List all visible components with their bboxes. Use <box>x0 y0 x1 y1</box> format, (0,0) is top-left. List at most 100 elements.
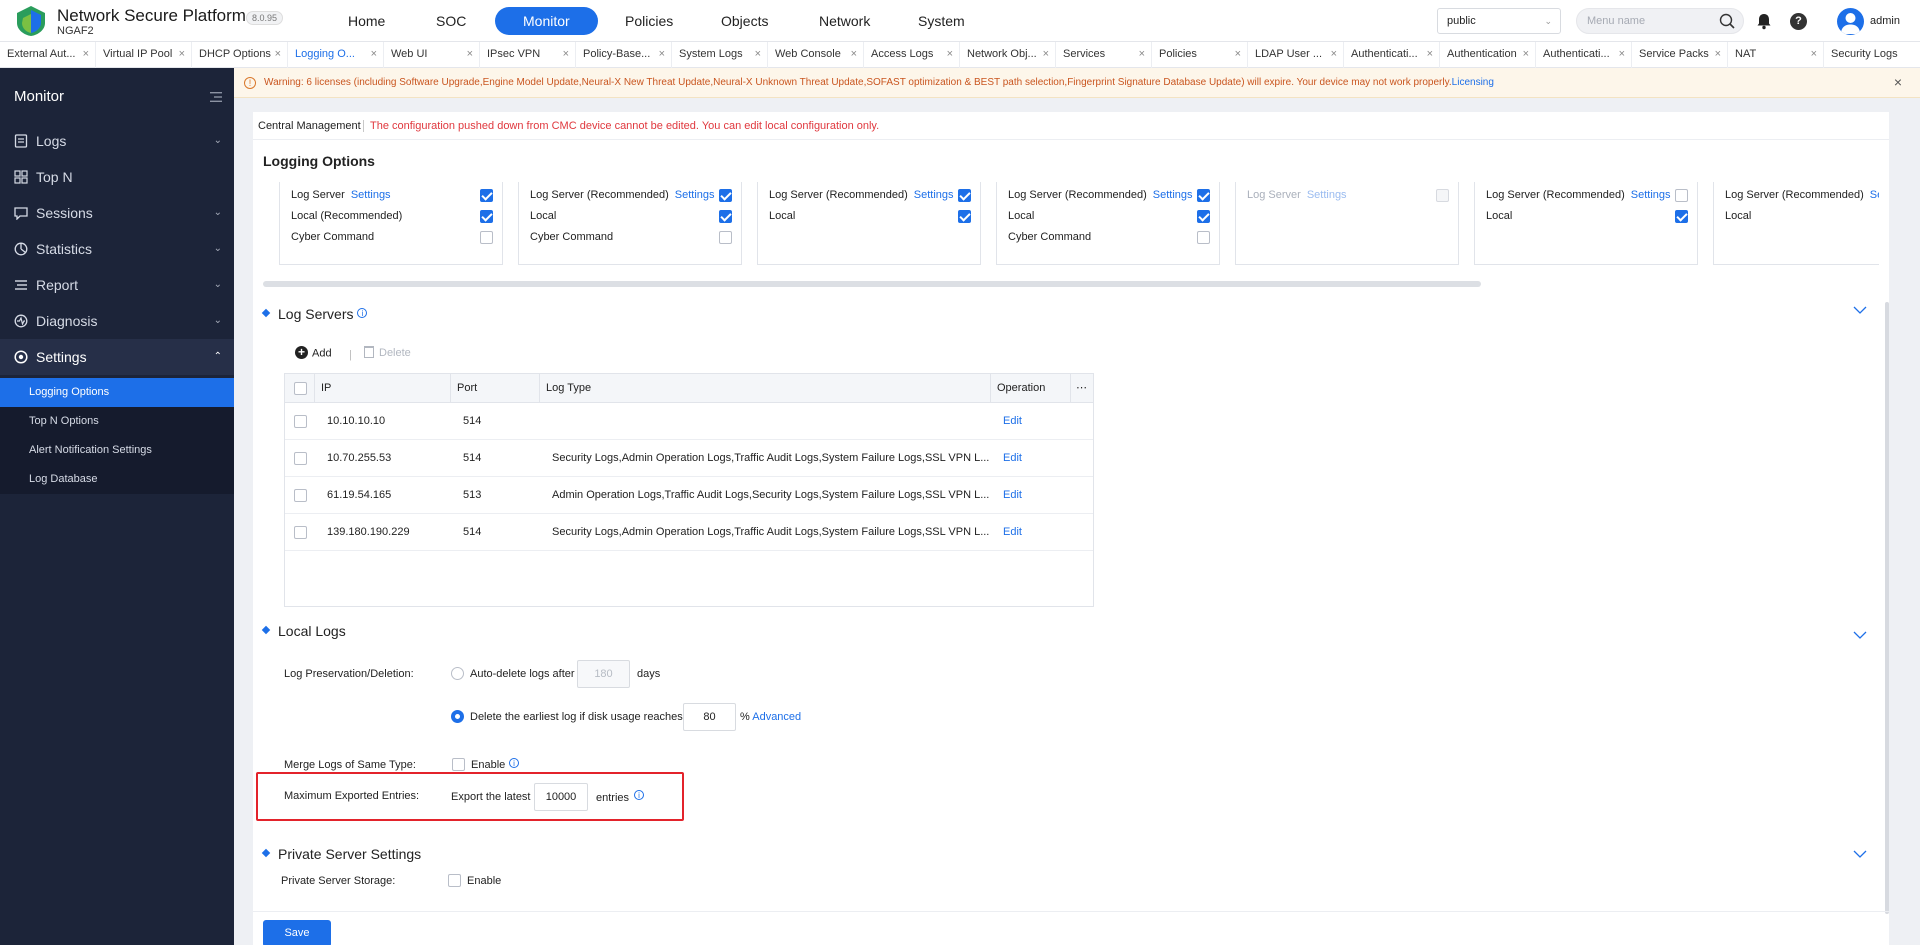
max-exported-input[interactable]: 10000 <box>534 783 588 811</box>
info-icon[interactable]: i <box>634 790 644 800</box>
tab-dhcp-options[interactable]: DHCP Options × <box>192 42 288 68</box>
edit-link[interactable]: Edit <box>997 440 1057 476</box>
nav-policies[interactable]: Policies <box>597 7 701 35</box>
settings-link[interactable]: Se <box>1870 189 1879 201</box>
info-icon[interactable]: i <box>509 758 519 768</box>
close-icon[interactable]: × <box>1331 42 1337 67</box>
private-server-checkbox[interactable] <box>448 874 461 887</box>
sidebar-item-report[interactable]: Report ⌄ <box>0 267 234 303</box>
nav-system[interactable]: System <box>890 7 993 35</box>
tab-services[interactable]: Services × <box>1056 42 1152 68</box>
disk-usage-input[interactable]: 80 <box>683 703 736 731</box>
close-icon[interactable]: × <box>371 42 377 67</box>
row-checkbox[interactable] <box>294 415 307 428</box>
tab-ipsec-vpn[interactable]: IPsec VPN × <box>480 42 576 68</box>
row-checkbox[interactable] <box>294 526 307 539</box>
local-checkbox[interactable] <box>1197 210 1210 223</box>
save-button[interactable]: Save <box>263 920 331 945</box>
local-checkbox[interactable] <box>719 210 732 223</box>
close-icon[interactable]: × <box>659 42 665 67</box>
close-icon[interactable]: × <box>179 42 185 67</box>
row-checkbox[interactable] <box>294 489 307 502</box>
chevron-down-icon[interactable] <box>1853 631 1867 640</box>
auto-delete-days-input[interactable]: 180 <box>577 660 630 688</box>
tab-network-objects[interactable]: Network Obj... × <box>960 42 1056 68</box>
settings-link[interactable]: Settings <box>1153 189 1193 201</box>
tab-authentication-2[interactable]: Authentication × <box>1440 42 1536 68</box>
scope-select[interactable]: public ⌄ <box>1437 8 1561 34</box>
avatar[interactable] <box>1837 8 1864 35</box>
close-icon[interactable]: × <box>1619 42 1625 67</box>
tab-web-ui[interactable]: Web UI × <box>384 42 480 68</box>
sidebar-item-diagnosis[interactable]: Diagnosis ⌄ <box>0 303 234 339</box>
chevron-down-icon[interactable] <box>1853 850 1867 859</box>
cyber-command-checkbox[interactable] <box>719 231 732 244</box>
nav-monitor[interactable]: Monitor <box>495 7 598 35</box>
nav-network[interactable]: Network <box>791 7 898 35</box>
close-icon[interactable]: × <box>1043 42 1049 67</box>
log-server-checkbox[interactable] <box>719 189 732 202</box>
close-icon[interactable]: × <box>1715 42 1721 67</box>
local-checkbox[interactable] <box>480 210 493 223</box>
tab-policy-based[interactable]: Policy-Base... × <box>576 42 672 68</box>
auto-delete-radio[interactable] <box>451 667 464 680</box>
sidebar-item-settings[interactable]: Settings ⌃ <box>0 339 234 375</box>
merge-logs-checkbox[interactable] <box>452 758 465 771</box>
tab-external-auth[interactable]: External Aut... × <box>0 42 96 68</box>
close-icon[interactable]: × <box>83 42 89 67</box>
delete-earliest-radio[interactable] <box>451 710 464 723</box>
info-icon[interactable]: i <box>357 308 368 318</box>
vertical-scrollbar[interactable] <box>1885 302 1889 914</box>
help-icon[interactable]: ? <box>1790 13 1807 30</box>
close-icon[interactable]: × <box>1894 74 1902 90</box>
sidebar-item-logs[interactable]: Logs ⌄ <box>0 123 234 159</box>
row-checkbox[interactable] <box>294 452 307 465</box>
close-icon[interactable]: × <box>947 42 953 67</box>
close-icon[interactable]: × <box>851 42 857 67</box>
search-icon[interactable] <box>1719 13 1735 29</box>
settings-link[interactable]: Settings <box>1631 189 1671 201</box>
horizontal-scrollbar[interactable] <box>263 281 1481 287</box>
sidebar-sub-logging-options[interactable]: Logging Options <box>0 378 234 407</box>
log-server-checkbox[interactable] <box>480 189 493 202</box>
sidebar-item-statistics[interactable]: Statistics ⌄ <box>0 231 234 267</box>
table-row[interactable]: 139.180.190.229 514 Security Logs,Admin … <box>285 514 1093 551</box>
close-icon[interactable]: × <box>1235 42 1241 67</box>
close-icon[interactable]: × <box>467 42 473 67</box>
licensing-link[interactable]: Licensing <box>1452 77 1494 88</box>
sidebar-item-sessions[interactable]: Sessions ⌄ <box>0 195 234 231</box>
more-columns-icon[interactable]: ⋯ <box>1071 374 1093 403</box>
cyber-command-checkbox[interactable] <box>1197 231 1210 244</box>
close-icon[interactable]: × <box>1139 42 1145 67</box>
close-icon[interactable]: × <box>563 42 569 67</box>
nav-home[interactable]: Home <box>320 7 413 35</box>
tab-access-logs[interactable]: Access Logs × <box>864 42 960 68</box>
table-row[interactable]: 10.10.10.10 514 Edit <box>285 403 1093 440</box>
table-row[interactable]: 61.19.54.165 513 Admin Operation Logs,Tr… <box>285 477 1093 514</box>
close-icon[interactable]: × <box>275 42 281 67</box>
sidebar-sub-alert-notification-settings[interactable]: Alert Notification Settings <box>0 436 234 465</box>
tab-nat[interactable]: NAT × <box>1728 42 1824 68</box>
close-icon[interactable]: × <box>1811 42 1817 67</box>
table-row[interactable]: 10.70.255.53 514 Security Logs,Admin Ope… <box>285 440 1093 477</box>
advanced-link[interactable]: Advanced <box>752 711 801 723</box>
delete-button[interactable]: Delete <box>364 346 411 359</box>
tab-web-console[interactable]: Web Console × <box>768 42 864 68</box>
add-button[interactable]: + Add <box>295 346 332 360</box>
settings-link[interactable]: Settings <box>914 189 954 201</box>
chevron-down-icon[interactable] <box>1853 306 1867 315</box>
log-server-checkbox[interactable] <box>1197 189 1210 202</box>
tab-service-packs[interactable]: Service Packs × <box>1632 42 1728 68</box>
close-icon[interactable]: × <box>1427 42 1433 67</box>
menu-search-input[interactable] <box>1577 9 1707 33</box>
column-log-type[interactable]: Log Type <box>540 374 991 403</box>
tab-virtual-ip-pool[interactable]: Virtual IP Pool × <box>96 42 192 68</box>
settings-link[interactable]: Settings <box>351 189 391 201</box>
nav-objects[interactable]: Objects <box>693 7 796 35</box>
tab-ldap-user[interactable]: LDAP User ... × <box>1248 42 1344 68</box>
edit-link[interactable]: Edit <box>997 477 1057 513</box>
local-checkbox[interactable] <box>958 210 971 223</box>
column-ip[interactable]: IP <box>315 374 451 403</box>
nav-soc[interactable]: SOC <box>408 7 494 35</box>
tab-policies[interactable]: Policies × <box>1152 42 1248 68</box>
